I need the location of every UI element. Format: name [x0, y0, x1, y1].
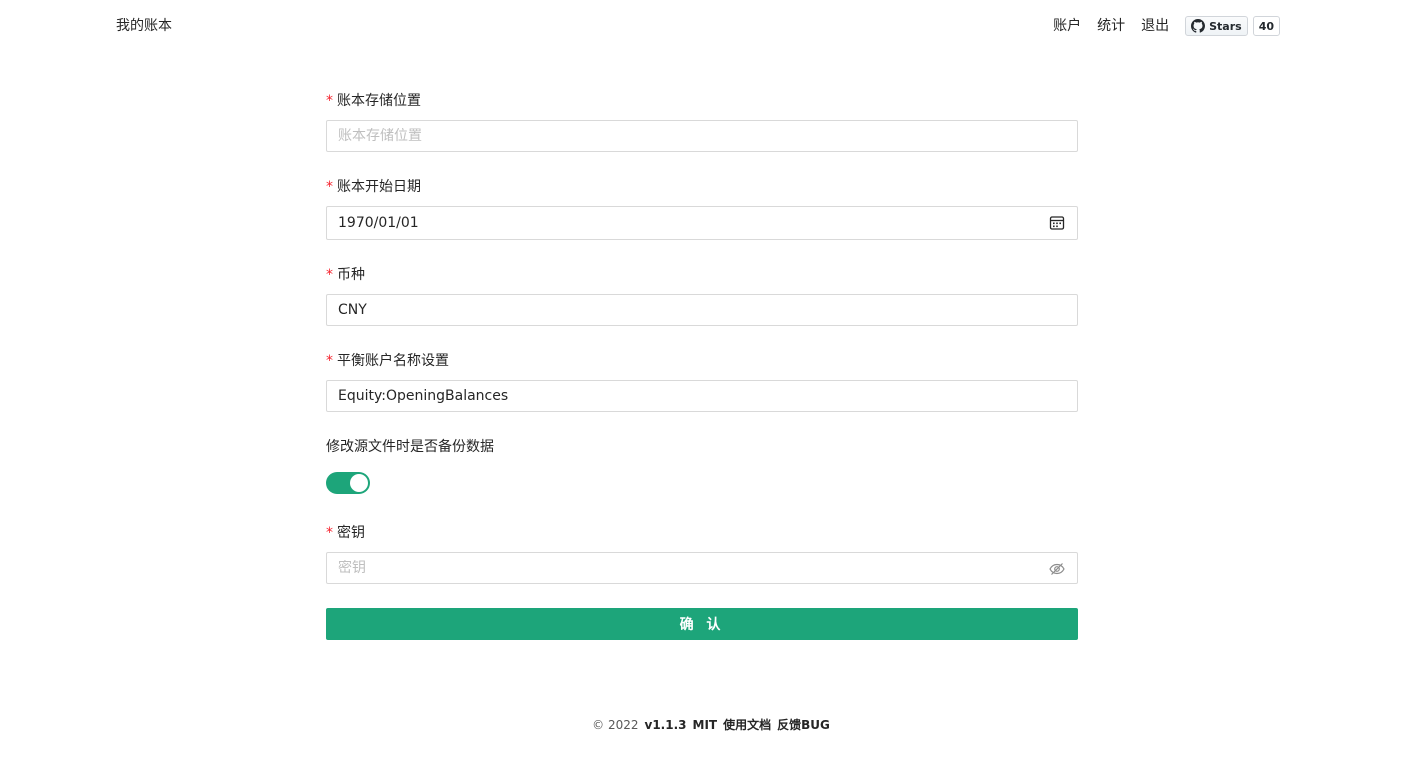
- footer-license: MIT: [692, 718, 718, 732]
- backup-field: 修改源文件时是否备份数据: [326, 436, 1078, 494]
- balance-account-input-wrapper: [326, 380, 1078, 412]
- github-stars-widget: Stars 40: [1185, 16, 1280, 36]
- currency-input-wrapper: [326, 294, 1078, 326]
- secret-field: * 密钥: [326, 522, 1078, 584]
- nav-accounts[interactable]: 账户: [1053, 16, 1081, 36]
- brand-title[interactable]: 我的账本: [116, 17, 172, 35]
- github-stars-button[interactable]: Stars: [1185, 16, 1248, 36]
- start-date-label: * 账本开始日期: [326, 179, 421, 195]
- required-mark: *: [326, 267, 333, 283]
- calendar-icon[interactable]: [1049, 215, 1065, 231]
- toggle-knob: [350, 474, 368, 492]
- nav-logout[interactable]: 退出: [1141, 16, 1169, 36]
- required-mark: *: [326, 179, 333, 195]
- top-nav: 账户 统计 退出 Stars 40: [1053, 16, 1280, 36]
- footer: © 2022 v1.1.3 MIT 使用文档 反馈BUG: [0, 716, 1422, 734]
- ledger-settings-form: *账本存储位置 *账本开始日期: [326, 90, 1078, 640]
- footer-copyright: © 2022: [592, 718, 639, 732]
- start-date-input[interactable]: [338, 215, 1066, 231]
- page: 我的账本 账户 统计 退出 Stars 40 * 账本存储位置 账本存储位置 *…: [0, 0, 1422, 761]
- secret-input-wrapper: [326, 552, 1078, 584]
- footer-feedback-link[interactable]: 反馈BUG: [777, 718, 830, 732]
- submit-row: 确 认: [326, 608, 1078, 640]
- balance-account-field: * 平衡账户名称设置: [326, 350, 1078, 412]
- balance-account-input[interactable]: [338, 388, 1066, 404]
- start-date-field: * 账本开始日期: [326, 176, 1078, 240]
- currency-field: * 币种: [326, 264, 1078, 326]
- ledger-location-input[interactable]: [338, 128, 1066, 144]
- currency-label: * 币种: [326, 267, 365, 283]
- footer-docs-link[interactable]: 使用文档: [723, 718, 771, 732]
- eye-invisible-icon[interactable]: [1049, 561, 1065, 577]
- ledger-location-label: * 账本存储位置: [326, 93, 421, 109]
- confirm-button[interactable]: 确 认: [326, 608, 1078, 640]
- backup-toggle[interactable]: [326, 472, 370, 494]
- secret-label: * 密钥: [326, 525, 365, 541]
- currency-input[interactable]: [338, 302, 1066, 318]
- footer-version: v1.1.3: [644, 718, 687, 732]
- required-mark: *: [326, 525, 333, 541]
- ledger-location-input-wrapper: [326, 120, 1078, 152]
- required-mark: *: [326, 353, 333, 369]
- required-mark: *: [326, 93, 333, 109]
- nav-statistics[interactable]: 统计: [1097, 16, 1125, 36]
- header: 我的账本 账户 统计 退出 Stars 40: [0, 0, 1422, 54]
- balance-account-label: * 平衡账户名称设置: [326, 353, 449, 369]
- ledger-location-field: * 账本存储位置: [326, 90, 1078, 152]
- github-stars-label: Stars: [1209, 19, 1242, 33]
- github-stars-count[interactable]: 40: [1252, 16, 1280, 36]
- start-date-picker[interactable]: [326, 206, 1078, 240]
- backup-label: 修改源文件时是否备份数据: [326, 439, 494, 455]
- secret-input[interactable]: [338, 560, 1066, 576]
- github-icon: [1191, 19, 1206, 33]
